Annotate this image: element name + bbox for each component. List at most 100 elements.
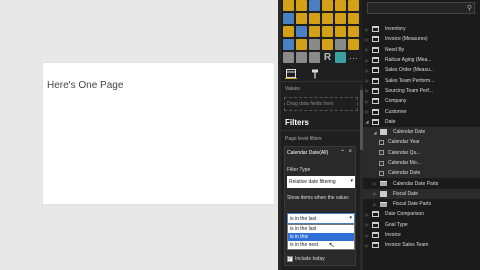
field-list-item[interactable]: ▷ Sales Team Perform... bbox=[363, 75, 480, 85]
field-checkbox[interactable] bbox=[379, 160, 384, 166]
field-list-item[interactable]: Calendar Mo... bbox=[363, 157, 480, 169]
chevron-right-icon[interactable]: ▷ bbox=[363, 212, 371, 217]
waterfall-chart-icon[interactable] bbox=[283, 26, 294, 37]
100-percent-bar-chart-icon[interactable] bbox=[335, 0, 346, 11]
more-visuals-icon[interactable]: ··· bbox=[348, 52, 359, 63]
include-today-label: Include today bbox=[295, 256, 325, 262]
fields-tab-icon[interactable] bbox=[285, 68, 297, 79]
gauge-icon[interactable] bbox=[309, 39, 320, 50]
chevron-down-icon[interactable]: ◢ bbox=[363, 119, 371, 124]
line-column-chart-icon[interactable] bbox=[322, 13, 333, 24]
collapse-chevron-icon[interactable]: ⌃ bbox=[340, 149, 345, 156]
include-today-checkbox[interactable]: ✓ Include today bbox=[287, 256, 325, 262]
stacked-bar-chart-icon[interactable] bbox=[283, 0, 294, 11]
chevron-right-icon[interactable]: ▷ bbox=[363, 109, 371, 114]
field-list-item[interactable]: ▷ Fiscal Date bbox=[363, 188, 480, 200]
chevron-right-icon[interactable]: ▷ bbox=[363, 99, 371, 104]
clustered-bar-chart-icon[interactable] bbox=[309, 0, 320, 11]
page-title-text[interactable]: Here's One Page bbox=[47, 80, 123, 91]
condition-value: is in the last bbox=[290, 216, 317, 222]
globe-map-icon[interactable] bbox=[335, 52, 346, 63]
stacked-column-chart-icon[interactable] bbox=[296, 0, 307, 11]
chevron-right-icon[interactable]: ▷ bbox=[363, 68, 371, 73]
condition-option[interactable]: is in the last bbox=[288, 225, 354, 233]
field-list-item[interactable]: ▷ Date Comparison bbox=[363, 209, 480, 219]
filter-card-title[interactable]: Calendar Date(All) bbox=[287, 150, 328, 156]
field-list-item[interactable]: ▷ Calendar Date Parts bbox=[363, 178, 480, 188]
filled-map-icon[interactable] bbox=[283, 39, 294, 50]
kpi-icon[interactable] bbox=[348, 39, 359, 50]
condition-select[interactable]: is in the last ▾ bbox=[287, 213, 355, 224]
line-chart-icon[interactable] bbox=[283, 13, 294, 24]
field-list-item[interactable]: ▷ Invoice (Measures) bbox=[363, 34, 480, 44]
canvas-left-strip bbox=[0, 0, 36, 270]
chevron-right-icon[interactable]: ▷ bbox=[371, 191, 379, 196]
field-checkbox[interactable] bbox=[379, 139, 384, 145]
chevron-down-icon[interactable]: ◢ bbox=[371, 130, 379, 135]
close-icon[interactable]: × bbox=[348, 149, 352, 155]
stacked-area-chart-icon[interactable] bbox=[309, 13, 320, 24]
condition-option[interactable]: is in the next bbox=[288, 241, 354, 249]
pie-chart-icon[interactable] bbox=[309, 26, 320, 37]
field-list-item[interactable]: ▷ Need By bbox=[363, 45, 480, 55]
chevron-right-icon[interactable]: ▷ bbox=[371, 181, 379, 186]
table-icon bbox=[371, 67, 379, 74]
slicer-icon[interactable] bbox=[283, 52, 294, 63]
field-list-item[interactable]: ◢ Calendar Date bbox=[363, 126, 480, 138]
values-drop-zone[interactable]: Drag data fields here bbox=[284, 97, 358, 111]
chevron-right-icon[interactable]: ▷ bbox=[363, 233, 371, 238]
field-list-item[interactable]: ▷ Railcar Aging (Mea... bbox=[363, 55, 480, 65]
chevron-right-icon[interactable]: ▷ bbox=[363, 78, 371, 83]
table-icon bbox=[371, 118, 379, 125]
format-paint-roller-icon[interactable] bbox=[309, 69, 321, 79]
field-list-item[interactable]: Calendar Date bbox=[363, 168, 480, 179]
r-script-visual-icon[interactable]: R bbox=[322, 52, 333, 63]
field-checkbox[interactable] bbox=[379, 150, 384, 156]
field-list-item[interactable]: Calendar Qu... bbox=[363, 147, 480, 158]
chevron-right-icon[interactable]: ▷ bbox=[363, 222, 371, 227]
field-list-item[interactable]: ▷ Sales Order (Measu... bbox=[363, 65, 480, 75]
chevron-right-icon[interactable]: ▷ bbox=[363, 58, 371, 63]
table-icon bbox=[371, 57, 379, 64]
scatter-chart-icon[interactable] bbox=[296, 26, 307, 37]
line-clustered-column-chart-icon[interactable] bbox=[335, 13, 346, 24]
card-icon[interactable] bbox=[322, 39, 333, 50]
table-icon[interactable] bbox=[296, 52, 307, 63]
field-list-item[interactable]: ▷ Fiscal Date Parts bbox=[363, 199, 480, 209]
mouse-cursor-icon: ⭦ bbox=[329, 241, 335, 250]
donut-chart-icon[interactable] bbox=[322, 26, 333, 37]
field-list-item[interactable]: ▷ Inventory bbox=[363, 24, 480, 34]
area-chart-icon[interactable] bbox=[296, 13, 307, 24]
condition-option[interactable]: is in this bbox=[288, 233, 354, 241]
chevron-right-icon[interactable]: ▷ bbox=[363, 27, 371, 32]
field-list-item[interactable]: ▷ Customer bbox=[363, 106, 480, 116]
field-label: Calendar Date bbox=[388, 170, 421, 177]
field-list-item[interactable]: ▷ Invoice bbox=[363, 230, 480, 240]
field-checkbox[interactable] bbox=[379, 170, 384, 176]
map-icon[interactable] bbox=[348, 26, 359, 37]
chevron-right-icon[interactable]: ▷ bbox=[363, 47, 371, 52]
field-list-item[interactable]: ▷ Goal Type bbox=[363, 220, 480, 230]
chevron-right-icon[interactable]: ▷ bbox=[363, 88, 371, 93]
field-list-item[interactable]: ◢ Date bbox=[363, 117, 480, 127]
chevron-right-icon[interactable]: ▷ bbox=[363, 37, 371, 42]
field-list-item[interactable]: Calendar Year bbox=[363, 137, 480, 148]
field-list-item[interactable]: ▷ Company bbox=[363, 96, 480, 106]
fields-search-input[interactable]: ⚲ bbox=[367, 2, 475, 14]
chevron-right-icon[interactable]: ▷ bbox=[371, 202, 379, 207]
100-percent-column-chart-icon[interactable] bbox=[348, 0, 359, 11]
field-label: Goal Type bbox=[385, 221, 408, 228]
calendar-icon bbox=[379, 129, 387, 136]
field-list-item[interactable]: ▷ Sourcing Team Perf... bbox=[363, 86, 480, 96]
multi-row-card-icon[interactable] bbox=[335, 39, 346, 50]
filters-divider bbox=[281, 130, 363, 131]
chevron-right-icon[interactable]: ▷ bbox=[363, 243, 371, 248]
treemap-icon[interactable] bbox=[335, 26, 346, 37]
funnel-chart-icon[interactable] bbox=[296, 39, 307, 50]
matrix-icon[interactable] bbox=[309, 52, 320, 63]
report-page[interactable]: Here's One Page bbox=[43, 63, 274, 204]
ribbon-chart-icon[interactable] bbox=[348, 13, 359, 24]
field-list-item[interactable]: ▷ Invoice Sales Team bbox=[363, 240, 480, 250]
clustered-column-chart-icon[interactable] bbox=[322, 0, 333, 11]
filter-type-select[interactable]: Relative date filtering ▾ bbox=[287, 176, 355, 188]
